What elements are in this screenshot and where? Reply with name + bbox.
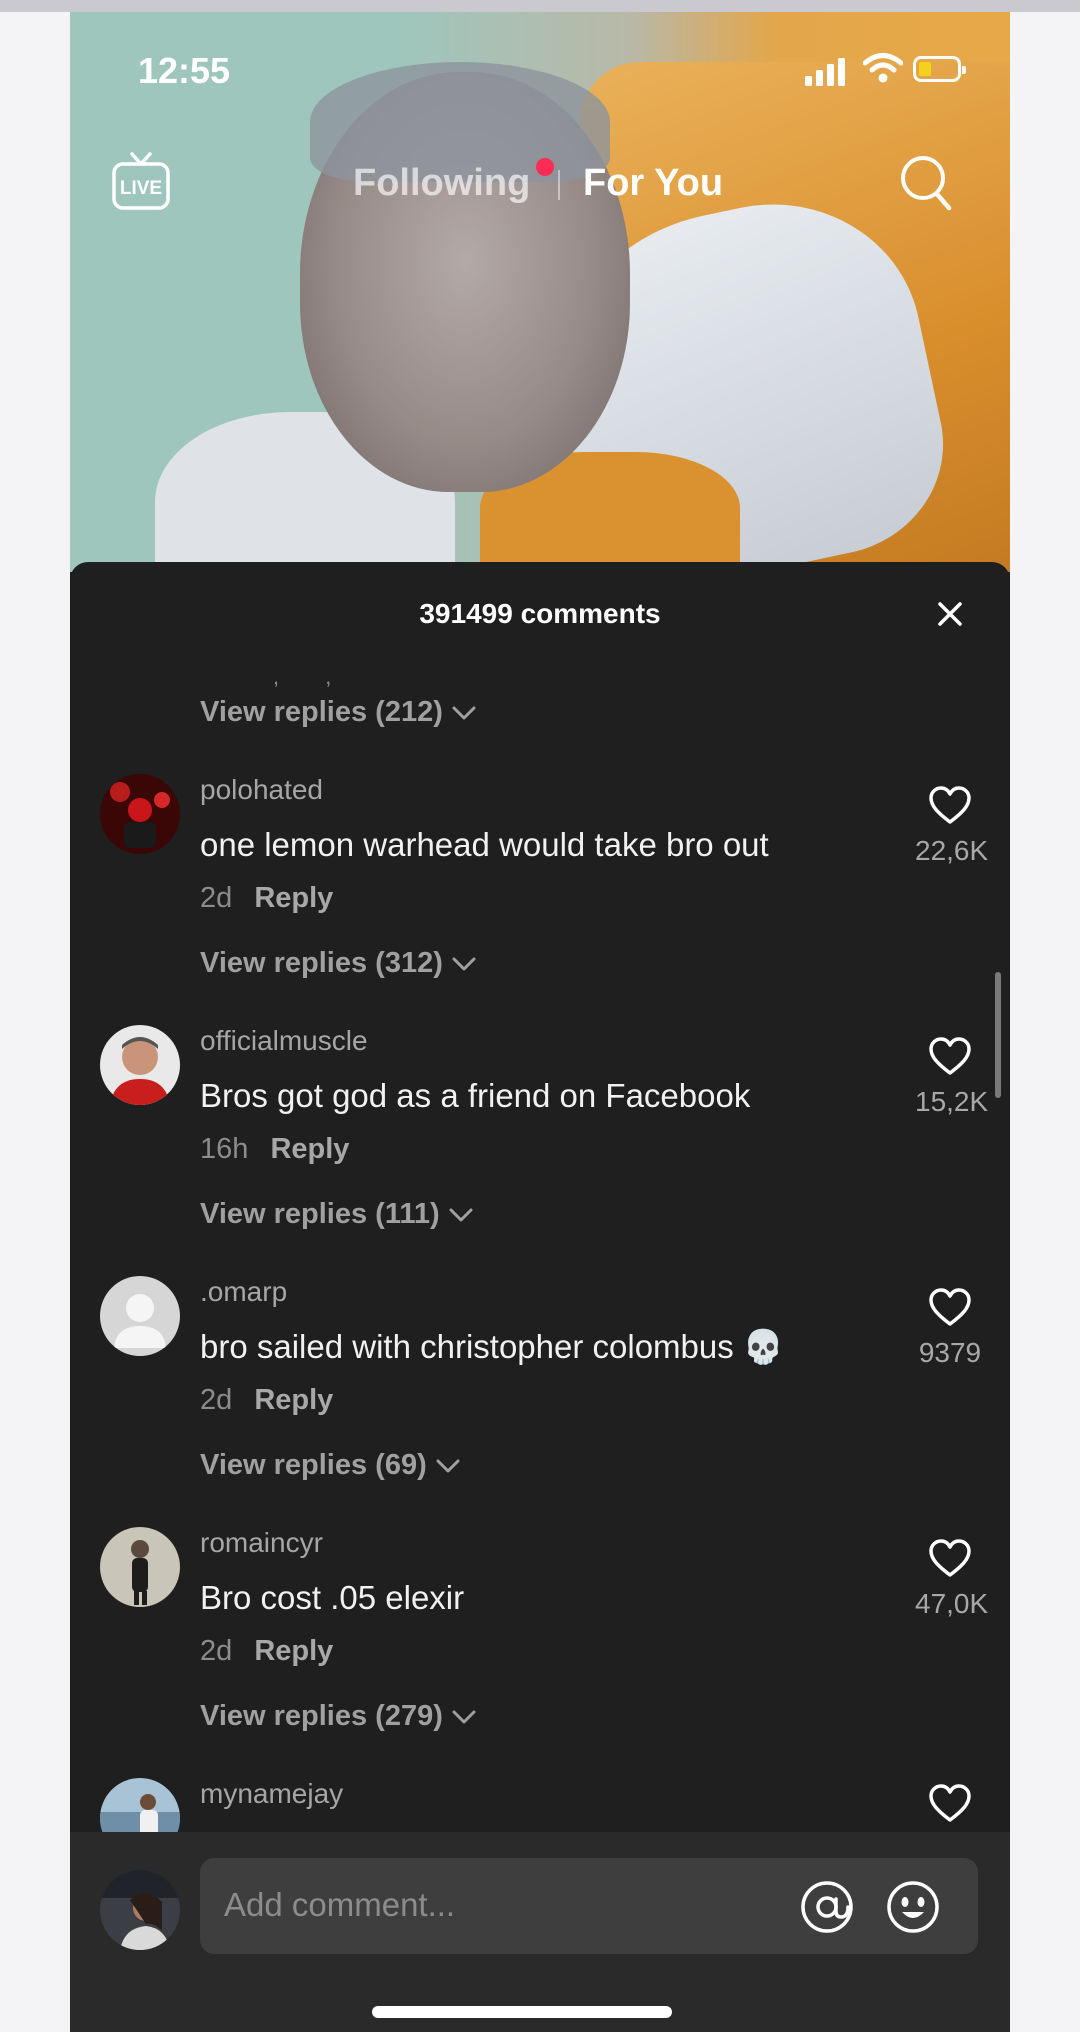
like-button[interactable]: 9379 bbox=[915, 1288, 985, 1369]
comment-username[interactable]: mynamejay bbox=[200, 1778, 343, 1810]
comment-item: .omarp bro sailed with christopher colom… bbox=[70, 1276, 1010, 1456]
like-count: 22,6K bbox=[915, 835, 989, 866]
chevron-down-icon bbox=[436, 1459, 460, 1473]
comment-composer: Add comment... bbox=[70, 1832, 1010, 2032]
comment-time: 2d bbox=[200, 1635, 233, 1667]
like-button[interactable] bbox=[915, 1784, 985, 1829]
comment-meta: 16h Reply bbox=[200, 1133, 349, 1166]
comments-scrollbar[interactable] bbox=[995, 972, 1001, 1098]
comment-username[interactable]: officialmuscle bbox=[200, 1025, 368, 1057]
comments-sheet: 391499 comments , , View replies (212) p… bbox=[70, 562, 1010, 2032]
comment-username[interactable]: polohated bbox=[200, 774, 323, 806]
wifi-icon bbox=[863, 53, 903, 83]
heart-icon bbox=[929, 786, 971, 824]
comment-item: officialmuscle Bros got god as a friend … bbox=[70, 1025, 1010, 1205]
view-replies-label: View replies (212) bbox=[200, 696, 443, 728]
notification-dot bbox=[536, 158, 554, 176]
comment-item: romaincyr Bro cost .05 elexir 2d Reply 4… bbox=[70, 1527, 1010, 1707]
heart-icon bbox=[929, 1784, 971, 1822]
comment-item: mynamejay bbox=[70, 1778, 1010, 1832]
emoji-icon[interactable] bbox=[884, 1878, 942, 1936]
add-comment-placeholder: Add comment... bbox=[224, 1886, 456, 1923]
view-replies-button[interactable]: View replies (69) bbox=[200, 1449, 461, 1482]
like-button[interactable]: 15,2K bbox=[915, 1037, 989, 1118]
heart-icon bbox=[929, 1539, 971, 1577]
comment-meta: 2d Reply bbox=[200, 1635, 333, 1668]
comment-time: 2d bbox=[200, 882, 233, 914]
like-count: 15,2K bbox=[915, 1086, 989, 1117]
comment-time: 16h bbox=[200, 1133, 249, 1165]
tab-for-you[interactable]: For You bbox=[583, 162, 723, 205]
close-icon[interactable] bbox=[934, 598, 966, 630]
avatar[interactable] bbox=[100, 1527, 180, 1607]
heart-icon bbox=[929, 1037, 971, 1075]
reply-button[interactable]: Reply bbox=[270, 1133, 349, 1165]
like-count: 47,0K bbox=[915, 1588, 989, 1619]
comment-meta: 2d Reply bbox=[200, 882, 333, 915]
comment-meta: 2d Reply bbox=[200, 1384, 333, 1417]
like-button[interactable]: 22,6K bbox=[915, 786, 989, 867]
comments-count-title: 391499 comments bbox=[419, 598, 661, 629]
comment-text: bro sailed with christopher colombus 💀 bbox=[200, 1328, 785, 1365]
like-count: 9379 bbox=[918, 1337, 982, 1368]
feed-tabs: Following For You bbox=[70, 158, 1010, 222]
comment-text: one lemon warhead would take bro out bbox=[200, 826, 769, 863]
avatar[interactable] bbox=[100, 774, 180, 854]
view-replies-label: View replies (279) bbox=[200, 1700, 443, 1732]
avatar bbox=[100, 1870, 180, 1950]
avatar[interactable] bbox=[100, 1276, 180, 1356]
status-bar: 12:55 bbox=[70, 12, 1010, 122]
tab-divider bbox=[558, 170, 560, 200]
reply-button[interactable]: Reply bbox=[254, 1635, 333, 1667]
heart-icon bbox=[929, 1288, 971, 1326]
comment-username[interactable]: romaincyr bbox=[200, 1527, 323, 1559]
battery-nub bbox=[962, 66, 966, 74]
avatar[interactable] bbox=[100, 1778, 180, 1832]
comment-item: polohated one lemon warhead would take b… bbox=[70, 774, 1010, 954]
cellular-signal-icon bbox=[805, 58, 845, 86]
battery-level bbox=[919, 62, 931, 76]
comment-username[interactable]: .omarp bbox=[200, 1276, 287, 1308]
view-replies-button[interactable]: View replies (279) bbox=[200, 1700, 477, 1733]
search-icon[interactable] bbox=[897, 152, 957, 216]
chevron-down-icon bbox=[452, 1710, 476, 1724]
avatar[interactable] bbox=[100, 1025, 180, 1105]
chevron-down-icon bbox=[452, 957, 476, 971]
phone-screen: 12:55 LIVE Following For You 391499 comm… bbox=[70, 12, 1010, 2032]
chevron-down-icon bbox=[449, 1208, 473, 1222]
view-replies-label: View replies (312) bbox=[200, 947, 443, 979]
view-replies-label: View replies (69) bbox=[200, 1449, 427, 1481]
comment-text: Bros got god as a friend on Facebook bbox=[200, 1077, 751, 1114]
comment-time: 2d bbox=[200, 1384, 233, 1416]
reply-button[interactable]: Reply bbox=[254, 882, 333, 914]
view-replies-button[interactable]: View replies (312) bbox=[200, 947, 477, 980]
truncated-comment-remnant: , , bbox=[273, 664, 352, 689]
like-button[interactable]: 47,0K bbox=[915, 1539, 989, 1620]
view-replies-button[interactable]: View replies (111) bbox=[200, 1198, 474, 1231]
add-comment-input[interactable]: Add comment... bbox=[200, 1858, 978, 1954]
mention-at-icon[interactable] bbox=[798, 1878, 856, 1936]
battery-icon bbox=[913, 56, 966, 82]
screenshot-top-edge bbox=[0, 0, 1080, 12]
view-replies-label: View replies (111) bbox=[200, 1198, 440, 1230]
comment-text: Bro cost .05 elexir bbox=[200, 1579, 465, 1616]
home-indicator[interactable] bbox=[372, 2006, 672, 2018]
view-replies-button[interactable]: View replies (212) bbox=[200, 696, 477, 729]
status-time: 12:55 bbox=[138, 50, 231, 91]
chevron-down-icon bbox=[452, 706, 476, 720]
tab-following[interactable]: Following bbox=[353, 162, 530, 205]
reply-button[interactable]: Reply bbox=[254, 1384, 333, 1416]
